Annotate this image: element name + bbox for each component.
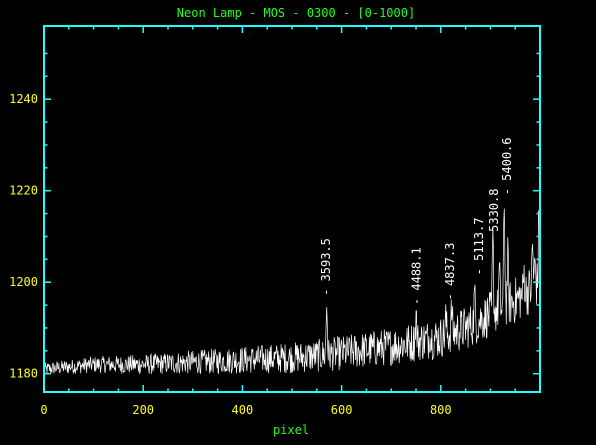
x-tick-label: 200	[132, 403, 154, 417]
chart-window: Neon Lamp - MOS - 0300 - [0-1000] - 3593…	[0, 0, 596, 440]
line-id-label: - 5113.7	[472, 218, 486, 276]
y-tick-label: 1240	[9, 92, 38, 106]
y-tick-label: 1220	[9, 184, 38, 198]
x-axis-label: pixel	[273, 423, 309, 437]
line-id-label: - 4488.1	[409, 247, 423, 305]
chart-background	[0, 0, 596, 440]
spectrum-chart: Neon Lamp - MOS - 0300 - [0-1000] - 3593…	[0, 0, 596, 440]
x-tick-label: 400	[232, 403, 254, 417]
y-tick-label: 1180	[9, 367, 38, 381]
chart-title: Neon Lamp - MOS - 0300 - [0-1000]	[177, 6, 415, 20]
line-id-label: - 5400.6	[500, 137, 514, 195]
line-id-label: 5330.8	[487, 189, 501, 232]
line-id-label: - 4837.3	[443, 243, 457, 301]
line-id-label: - 3593.5	[319, 238, 333, 296]
x-tick-label: 0	[40, 403, 47, 417]
x-tick-label: 600	[331, 403, 353, 417]
y-tick-label: 1200	[9, 275, 38, 289]
x-tick-label: 800	[430, 403, 452, 417]
